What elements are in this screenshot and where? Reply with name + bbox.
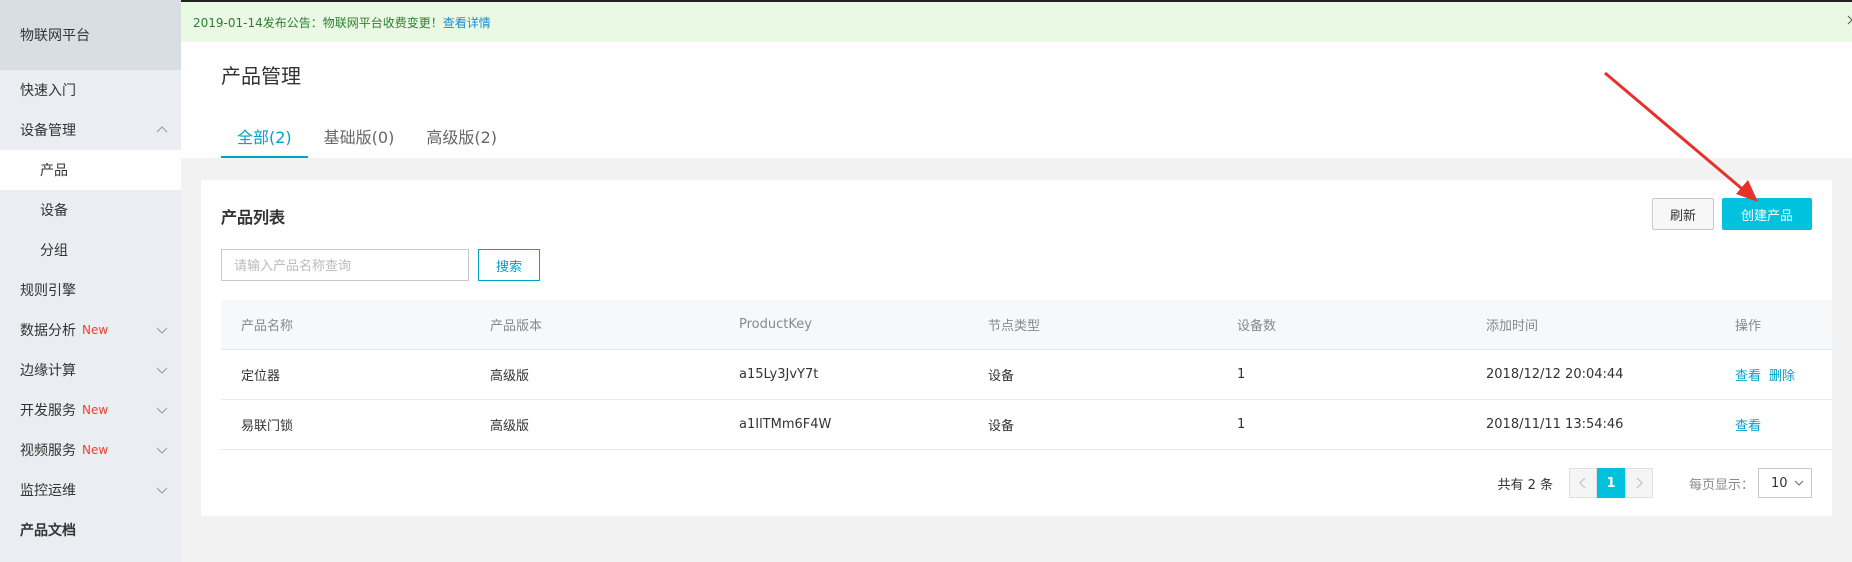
column-header: 节点类型 — [988, 319, 1041, 334]
product-table: 产品名称 产品版本 ProductKey 节点类型 设备数 添加时间 操作 定位… — [221, 300, 1832, 450]
column-header: 设备数 — [1237, 319, 1277, 334]
sidebar-item-label: 规则引擎 — [20, 283, 76, 299]
view-link[interactable]: 查看 — [1735, 369, 1761, 384]
pagination: 共有 2 条 1 每页显示： 10 — [1497, 467, 1832, 499]
new-badge: New — [82, 443, 109, 457]
column-header: 操作 — [1735, 319, 1762, 334]
sidebar-item-label: 分组 — [40, 243, 68, 259]
delete-link[interactable]: 删除 — [1769, 369, 1795, 384]
table-header: 产品名称 产品版本 ProductKey 节点类型 设备数 添加时间 操作 — [221, 300, 1832, 350]
page-title: 产品管理 — [221, 64, 301, 88]
sidebar-item-label: 设备管理 — [20, 123, 76, 139]
product-name-cell: 定位器 — [241, 369, 281, 384]
actions-cell: 查看 删除 — [1715, 365, 1832, 384]
sidebar-item-label: 设备 — [40, 203, 68, 219]
total-count: 共有 2 条 — [1497, 477, 1553, 493]
chevron-down-icon — [1794, 480, 1804, 486]
sidebar-item-monitoring[interactable]: 监控运维 — [0, 470, 181, 510]
column-header: 添加时间 — [1486, 319, 1539, 334]
product-name-cell: 易联门锁 — [241, 419, 294, 434]
sidebar-item-docs[interactable]: 产品文档 — [0, 510, 181, 550]
chevron-down-icon — [156, 447, 168, 454]
sidebar: 物联网平台 快速入门 设备管理 产品 设备 分组 规则引擎 数据分析 New 边… — [0, 0, 181, 562]
announcement-text: 2019-01-14发布公告：物联网平台收费变更！ — [193, 15, 443, 30]
create-product-button[interactable]: 创建产品 — [1722, 198, 1812, 230]
sidebar-item-video-services[interactable]: 视频服务 New — [0, 430, 181, 470]
new-badge: New — [82, 323, 109, 337]
tab-advanced[interactable]: 高级版(2) — [410, 118, 513, 158]
announcement-details-link[interactable]: 查看详情 — [443, 14, 491, 31]
node-type-cell: 设备 — [988, 419, 1015, 434]
product-list-card: 产品列表 刷新 创建产品 搜索 产品名称 产品版本 ProductKey 节点类… — [201, 180, 1832, 516]
sidebar-item-label: 视频服务 — [20, 443, 76, 459]
sidebar-item-device-management[interactable]: 设备管理 — [0, 110, 181, 150]
column-header: 产品名称 — [241, 319, 294, 334]
sidebar-item-label: 开发服务 — [20, 403, 76, 419]
sidebar-item-label: 监控运维 — [20, 483, 76, 499]
sidebar-item-device[interactable]: 设备 — [0, 190, 181, 230]
sidebar-item-product[interactable]: 产品 — [0, 150, 181, 190]
table-row: 易联门锁 高级版 a1IlTMm6F4W 设备 1 2018/11/11 13:… — [221, 400, 1832, 450]
chevron-down-icon — [156, 487, 168, 494]
new-badge: New — [82, 403, 109, 417]
chevron-left-icon — [1579, 477, 1586, 489]
sidebar-item-label: 数据分析 — [20, 323, 76, 339]
added-time-cell: 2018/11/11 13:54:46 — [1486, 417, 1624, 432]
tab-basic[interactable]: 基础版(0) — [308, 118, 411, 158]
page-size-select[interactable]: 10 — [1758, 468, 1812, 498]
sidebar-item-edge-computing[interactable]: 边缘计算 — [0, 350, 181, 390]
close-icon[interactable] — [1846, 14, 1852, 26]
page-size-value: 10 — [1771, 475, 1788, 491]
added-time-cell: 2018/12/12 20:04:44 — [1486, 367, 1624, 382]
tab-all[interactable]: 全部(2) — [221, 118, 308, 158]
product-search-input[interactable] — [221, 249, 469, 281]
product-key-cell: a1IlTMm6F4W — [739, 417, 832, 432]
column-header: ProductKey — [739, 317, 812, 332]
search-button[interactable]: 搜索 — [478, 249, 540, 281]
product-version-cell: 高级版 — [490, 369, 530, 384]
sidebar-item-label: 边缘计算 — [20, 363, 76, 379]
sidebar-item-rule-engine[interactable]: 规则引擎 — [0, 270, 181, 310]
sidebar-item-quickstart[interactable]: 快速入门 — [0, 70, 181, 110]
actions-cell: 查看 — [1715, 415, 1832, 434]
prev-page-button[interactable] — [1568, 468, 1597, 498]
sidebar-title: 物联网平台 — [0, 0, 181, 70]
product-version-cell: 高级版 — [490, 419, 530, 434]
announcement-bar: 2019-01-14发布公告：物联网平台收费变更！ 查看详情 — [181, 0, 1852, 42]
chevron-down-icon — [156, 327, 168, 334]
view-link[interactable]: 查看 — [1735, 419, 1761, 434]
device-count-cell: 1 — [1237, 367, 1246, 382]
tab-bar: 全部(2) 基础版(0) 高级版(2) — [221, 118, 513, 158]
refresh-button[interactable]: 刷新 — [1652, 198, 1714, 230]
sidebar-item-group[interactable]: 分组 — [0, 230, 181, 270]
chevron-down-icon — [156, 367, 168, 374]
chevron-down-icon — [156, 407, 168, 414]
chevron-right-icon — [1636, 477, 1643, 489]
product-list-title: 产品列表 — [221, 208, 286, 227]
page-size-label: 每页显示： — [1688, 477, 1754, 493]
page-header: 产品管理 全部(2) 基础版(0) 高级版(2) — [181, 42, 1852, 158]
sidebar-item-label: 产品文档 — [20, 523, 76, 539]
column-header: 产品版本 — [490, 319, 543, 334]
next-page-button[interactable] — [1624, 468, 1653, 498]
sidebar-item-data-analysis[interactable]: 数据分析 New — [0, 310, 181, 350]
main-content: 2019-01-14发布公告：物联网平台收费变更！ 查看详情 产品管理 全部(2… — [181, 0, 1852, 562]
sidebar-item-dev-services[interactable]: 开发服务 New — [0, 390, 181, 430]
device-count-cell: 1 — [1237, 417, 1246, 432]
page-number-current[interactable]: 1 — [1596, 468, 1625, 498]
chevron-up-icon — [156, 126, 168, 133]
table-row: 定位器 高级版 a15Ly3JvY7t 设备 1 2018/12/12 20:0… — [221, 350, 1832, 400]
node-type-cell: 设备 — [988, 369, 1015, 384]
sidebar-item-label: 快速入门 — [20, 83, 76, 99]
sidebar-item-label: 产品 — [40, 163, 68, 179]
product-key-cell: a15Ly3JvY7t — [739, 367, 819, 382]
